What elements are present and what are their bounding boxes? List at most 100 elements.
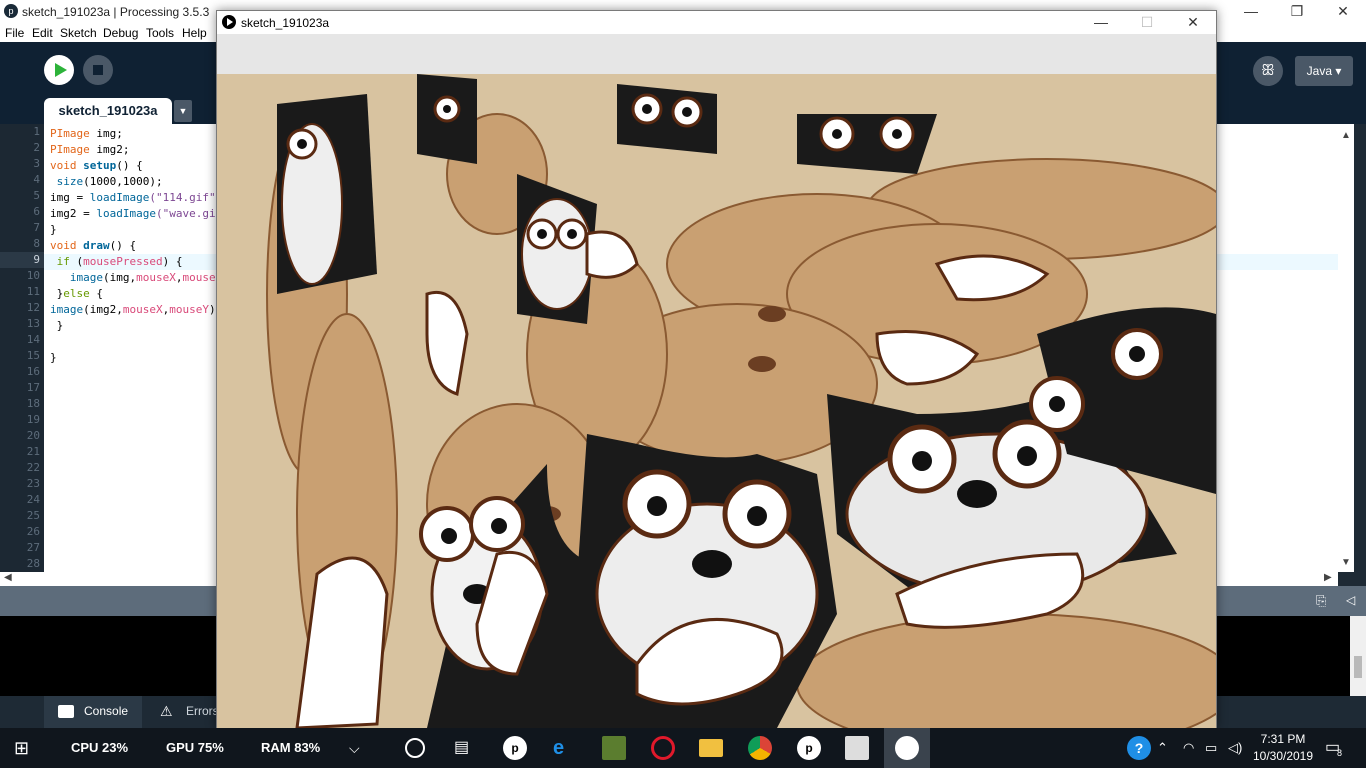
line-number: 17 <box>26 381 40 394</box>
meter-expand-icon[interactable]: ⌵ <box>349 728 360 768</box>
photos-icon[interactable] <box>845 736 869 760</box>
code-line[interactable]: } <box>50 222 57 238</box>
line-number: 19 <box>26 413 40 426</box>
minimize-icon[interactable]: — <box>1228 0 1274 24</box>
sketch-close-icon[interactable]: ✕ <box>1170 11 1216 35</box>
line-number: 16 <box>26 365 40 378</box>
console-scrollbar[interactable] <box>1350 616 1366 696</box>
code-token: img; <box>89 127 123 140</box>
sketch-minimize-icon[interactable]: — <box>1078 11 1124 35</box>
file-explorer-icon[interactable] <box>699 739 723 757</box>
code-token: mousePressed <box>83 255 163 268</box>
code-token: loadImage <box>89 191 150 204</box>
code-line[interactable]: void setup() { <box>50 158 143 174</box>
scroll-down-icon[interactable]: ▼ <box>1341 557 1351 568</box>
line-number-gutter: 1 2 3 4 5 6 7 8 9 10 11 12 13 14 15 16 17 18 19 20 21 22 23 24 2… <box>0 124 44 572</box>
stop-button[interactable] <box>83 55 113 85</box>
show-hidden-icons[interactable]: ⌃ <box>1157 728 1168 768</box>
menu-file[interactable]: File <box>5 26 24 40</box>
code-token: () { <box>109 239 137 252</box>
opera-icon[interactable] <box>651 736 675 760</box>
close-icon[interactable]: ✕ <box>1320 0 1366 24</box>
editor-vertical-scrollbar[interactable]: ▲ ▼ <box>1338 124 1354 572</box>
console-copy-icon[interactable]: ⎘ <box>1316 593 1326 609</box>
edge-icon[interactable]: e <box>553 728 564 768</box>
scroll-left-icon[interactable]: ◀ <box>4 572 12 583</box>
windows-start-icon[interactable]: ⊞ <box>14 728 29 768</box>
line-number: 28 <box>26 557 40 570</box>
sketch-titlebar[interactable]: sketch_191023a — ☐ ✕ <box>217 11 1216 34</box>
menu-help[interactable]: Help <box>182 26 207 40</box>
console-collapse-icon[interactable]: ◁ <box>1346 593 1355 607</box>
code-line[interactable]: img2 = loadImage("wave.gif"); <box>50 206 242 222</box>
code-token: PImage <box>50 143 90 156</box>
line-number: 21 <box>26 445 40 458</box>
code-token: img2 = <box>50 207 97 220</box>
menu-debug[interactable]: Debug <box>103 26 138 40</box>
console-scroll-thumb[interactable] <box>1354 656 1362 678</box>
code-line[interactable]: }else { <box>50 286 103 302</box>
cortana-icon[interactable] <box>405 738 425 758</box>
tab-sketch[interactable]: sketch_191023a <box>44 98 172 124</box>
line-number: 20 <box>26 429 40 442</box>
code-line[interactable]: image(img2,mouseX,mouseY); <box>50 302 222 318</box>
line-number: 25 <box>26 509 40 522</box>
code-token: , <box>175 271 183 284</box>
clock-time[interactable]: 7:31 PM <box>1252 732 1314 746</box>
line-number: 2 <box>33 141 40 154</box>
processing-icon: p <box>4 4 18 18</box>
scroll-up-icon[interactable]: ▲ <box>1341 130 1351 141</box>
line-number: 10 <box>26 269 40 282</box>
code-token: image <box>69 271 103 284</box>
code-line[interactable]: } <box>50 318 64 334</box>
mode-selector[interactable]: Java ▾ <box>1295 56 1353 86</box>
code-line[interactable]: PImage img; <box>50 126 123 142</box>
menu-tools[interactable]: Tools <box>146 26 174 40</box>
errors-tab-label: Errors <box>186 704 219 718</box>
code-line[interactable]: PImage img2; <box>50 142 130 158</box>
line-number: 23 <box>26 477 40 490</box>
dog-collage-image[interactable] <box>217 34 1216 728</box>
errors-tab[interactable]: ⚠ Errors <box>150 696 220 728</box>
line-number: 8 <box>33 237 40 250</box>
menu-sketch[interactable]: Sketch <box>60 26 97 40</box>
minecraft-icon[interactable] <box>602 736 626 760</box>
chrome-icon[interactable] <box>748 736 772 760</box>
code-line[interactable]: size(1000,1000); <box>50 174 163 190</box>
processing-taskbar-icon[interactable]: p <box>503 736 527 760</box>
restore-icon[interactable]: ❐ <box>1274 0 1320 24</box>
code-token: (1000,1000); <box>83 175 163 188</box>
scroll-right-icon[interactable]: ▶ <box>1324 572 1332 583</box>
code-line[interactable]: image(img,mouseX,mouseY); <box>50 270 236 286</box>
clock-date[interactable]: 10/30/2019 <box>1252 749 1314 763</box>
code-token: mouseX <box>122 303 163 316</box>
code-token: loadImage <box>96 207 156 220</box>
sketch-maximize-icon[interactable]: ☐ <box>1124 11 1170 35</box>
code-line[interactable]: } <box>50 350 57 366</box>
task-view-icon[interactable]: ▤ <box>454 728 469 768</box>
code-token: ) { <box>162 255 183 268</box>
line-number: 18 <box>26 397 40 410</box>
gpu-meter: GPU 75% <box>166 740 224 755</box>
sketch-window[interactable]: sketch_191023a — ☐ ✕ <box>216 10 1217 728</box>
wifi-icon[interactable]: ◠ <box>1183 728 1194 768</box>
processing-taskbar-icon-2[interactable]: p <box>797 736 821 760</box>
code-line[interactable]: img = loadImage("114.gif"); <box>50 190 229 206</box>
run-button[interactable] <box>44 55 74 85</box>
sketch-taskbar-item[interactable] <box>884 728 930 768</box>
help-icon[interactable]: ? <box>1127 736 1151 760</box>
line-number: 1 <box>33 125 40 138</box>
battery-icon[interactable]: ▭ <box>1205 728 1217 768</box>
code-line[interactable]: void draw() { <box>50 238 136 254</box>
console-tab[interactable]: Console <box>44 696 142 728</box>
code-token: } <box>50 287 64 300</box>
tab-menu-button[interactable]: ▼ <box>174 100 192 122</box>
menu-edit[interactable]: Edit <box>32 26 53 40</box>
line-number: 13 <box>26 317 40 330</box>
code-line[interactable]: if (mousePressed) { <box>50 254 183 270</box>
volume-icon[interactable]: ◁) <box>1228 728 1242 768</box>
debug-icon[interactable]: ꕥ <box>1253 56 1283 86</box>
line-number: 11 <box>26 285 40 298</box>
